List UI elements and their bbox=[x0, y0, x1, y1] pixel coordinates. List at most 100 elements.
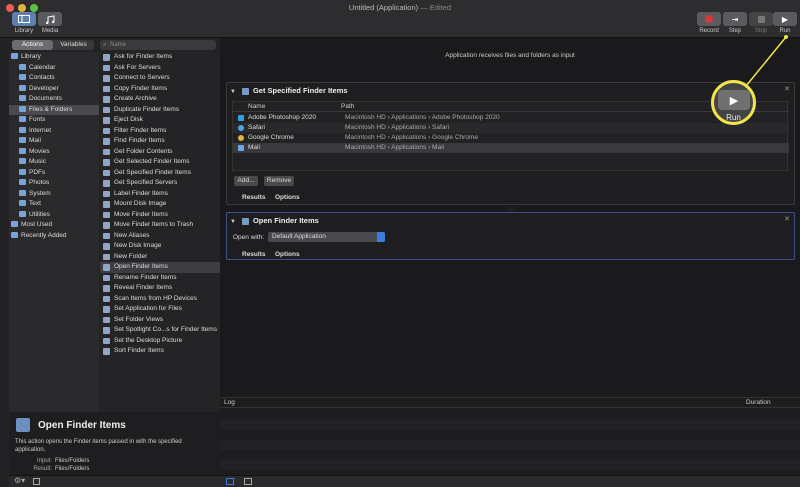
library-item-label: Recently Added bbox=[21, 231, 67, 239]
results-tab[interactable]: Results bbox=[242, 194, 265, 201]
media-button[interactable] bbox=[38, 12, 62, 26]
action-item[interactable]: Eject Disk bbox=[100, 115, 220, 126]
options-tab[interactable]: Options bbox=[275, 194, 300, 201]
action-item[interactable]: Create Archive bbox=[100, 94, 220, 105]
action-item[interactable]: Get Specified Finder Items bbox=[100, 168, 220, 179]
action-item[interactable]: Set Application for Files bbox=[100, 304, 220, 315]
step-button[interactable]: ⇥ bbox=[723, 12, 747, 26]
library-item[interactable]: System bbox=[9, 189, 99, 200]
tab-variables[interactable]: Variables bbox=[53, 40, 94, 50]
card-header: ▼ Open Finder Items bbox=[230, 216, 319, 225]
action-item[interactable]: Set Spotlight Co...s for Finder Items bbox=[100, 325, 220, 336]
flow-view-icon[interactable] bbox=[244, 478, 252, 485]
description-toggle-icon[interactable] bbox=[33, 478, 40, 485]
library-button[interactable] bbox=[12, 12, 36, 26]
library-item[interactable]: Contacts bbox=[9, 73, 99, 84]
run-button[interactable]: ▶ bbox=[773, 12, 797, 26]
record-button[interactable] bbox=[697, 12, 721, 26]
library-item[interactable]: Files & Folders bbox=[9, 104, 99, 115]
table-row[interactable]: Mail Macintosh HD › Applications › Mail bbox=[233, 143, 789, 153]
action-item-label: Connect to Servers bbox=[114, 74, 170, 81]
action-item[interactable]: Move Finder Items bbox=[100, 210, 220, 221]
action-item[interactable]: New Folder bbox=[100, 252, 220, 263]
add-button[interactable]: Add... bbox=[234, 176, 258, 186]
action-item[interactable]: Open Finder Items bbox=[100, 262, 220, 273]
action-item[interactable]: Scan Items from HP Devices bbox=[100, 294, 220, 305]
disclosure-triangle-icon[interactable]: ▼ bbox=[230, 89, 236, 95]
library-folder-icon bbox=[19, 189, 26, 196]
action-item[interactable]: New Disk Image bbox=[100, 241, 220, 252]
finder-action-icon bbox=[103, 243, 110, 250]
column-path[interactable]: Path bbox=[341, 102, 354, 112]
library-item[interactable]: Documents bbox=[9, 94, 99, 105]
library-folder-icon bbox=[19, 210, 26, 217]
duration-column[interactable]: Duration bbox=[746, 398, 771, 408]
list-view-icon[interactable] bbox=[226, 478, 234, 485]
action-item[interactable]: Sort Finder Items bbox=[100, 346, 220, 357]
library-item-label: Movies bbox=[29, 147, 50, 155]
table-row[interactable]: Adobe Photoshop 2020 Macintosh HD › Appli… bbox=[233, 113, 789, 123]
action-item[interactable]: Connect to Servers bbox=[100, 73, 220, 84]
options-tab[interactable]: Options bbox=[275, 251, 300, 258]
description-result: Result: Files/Folders bbox=[33, 466, 90, 472]
action-item[interactable]: Get Specified Servers bbox=[100, 178, 220, 189]
finder-action-icon bbox=[103, 274, 110, 281]
search-icon: ⌕ bbox=[103, 42, 107, 48]
library-item[interactable]: Utilities bbox=[9, 210, 99, 221]
run-callout-button: ▶ bbox=[718, 90, 750, 110]
library-item[interactable]: Internet bbox=[9, 126, 99, 137]
library-item[interactable]: Mail bbox=[9, 136, 99, 147]
play-icon: ▶ bbox=[729, 94, 739, 107]
library-item[interactable]: Calendar bbox=[9, 63, 99, 74]
action-item[interactable]: Find Finder Items bbox=[100, 136, 220, 147]
action-item[interactable]: Duplicate Finder Items bbox=[100, 105, 220, 116]
results-tab[interactable]: Results bbox=[242, 251, 265, 258]
action-item[interactable]: Filter Finder Items bbox=[100, 126, 220, 137]
action-item[interactable]: Ask For Servers bbox=[100, 63, 220, 74]
library-item-label: System bbox=[29, 189, 51, 197]
action-item[interactable]: Get Folder Contents bbox=[100, 147, 220, 158]
library-item[interactable]: Library bbox=[9, 52, 99, 63]
remove-button[interactable]: Remove bbox=[264, 176, 294, 186]
table-row[interactable]: Google Chrome Macintosh HD › Applications… bbox=[233, 133, 789, 143]
gear-icon[interactable]: ⚙▾ bbox=[14, 476, 25, 485]
library-item-label: Calendar bbox=[29, 63, 56, 71]
action-item[interactable]: Get Selected Finder Items bbox=[100, 157, 220, 168]
library-item[interactable]: PDFs bbox=[9, 168, 99, 179]
close-icon[interactable]: ✕ bbox=[784, 85, 790, 93]
library-folder-icon bbox=[19, 63, 26, 70]
action-item[interactable]: Set the Desktop Picture bbox=[100, 336, 220, 347]
library-item[interactable]: Most Used bbox=[9, 220, 99, 231]
table-row[interactable]: Safari Macintosh HD › Applications › Safa… bbox=[233, 123, 789, 133]
library-item[interactable]: Movies bbox=[9, 147, 99, 158]
library-item[interactable]: Music bbox=[9, 157, 99, 168]
library-item-label: Internet bbox=[29, 126, 52, 134]
library-item[interactable]: Recently Added bbox=[9, 231, 99, 242]
library-folder-icon bbox=[19, 158, 26, 165]
action-item[interactable]: Mount Disk Image bbox=[100, 199, 220, 210]
action-item-label: Scan Items from HP Devices bbox=[114, 294, 197, 302]
open-with-select[interactable]: Default Application bbox=[268, 232, 385, 242]
action-item[interactable]: Move Finder Items to Trash bbox=[100, 220, 220, 231]
action-item[interactable]: Copy Finder Items bbox=[100, 84, 220, 95]
library-item[interactable]: Text bbox=[9, 199, 99, 210]
library-item-label: Developer bbox=[29, 84, 59, 92]
action-item[interactable]: Rename Finder Items bbox=[100, 273, 220, 284]
close-icon[interactable]: ✕ bbox=[784, 215, 790, 223]
action-item[interactable]: Reveal Finder Items bbox=[100, 283, 220, 294]
action-item[interactable]: Set Folder Views bbox=[100, 315, 220, 326]
action-item[interactable]: New Aliases bbox=[100, 231, 220, 242]
column-name[interactable]: Name bbox=[248, 102, 265, 112]
log-column[interactable]: Log bbox=[224, 398, 235, 408]
search-input[interactable]: ⌕ Name bbox=[100, 40, 216, 50]
library-item[interactable]: Fonts bbox=[9, 115, 99, 126]
tab-actions[interactable]: Actions bbox=[12, 40, 53, 50]
library-item[interactable]: Developer bbox=[9, 84, 99, 95]
stop-button[interactable] bbox=[749, 12, 773, 26]
action-item[interactable]: Label Finder Items bbox=[100, 189, 220, 200]
library-item[interactable]: Photos bbox=[9, 178, 99, 189]
disclosure-triangle-icon[interactable]: ▼ bbox=[230, 219, 236, 225]
finder-action-icon bbox=[16, 418, 30, 432]
action-item[interactable]: Ask for Finder Items bbox=[100, 52, 220, 63]
finder-action-icon bbox=[103, 148, 110, 155]
